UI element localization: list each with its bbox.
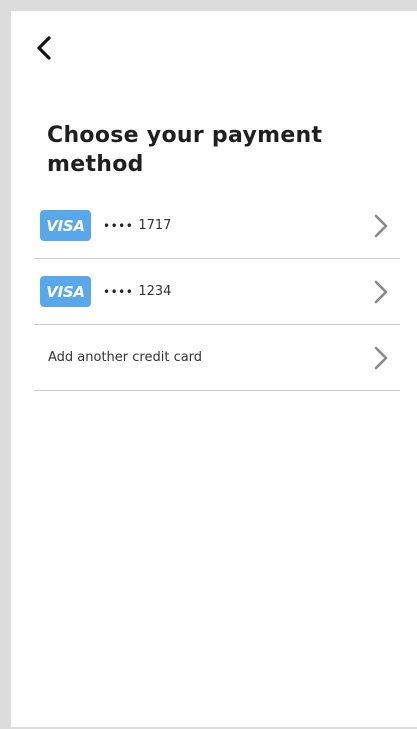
card-last-four: 1234 bbox=[138, 284, 172, 299]
saved-card-row[interactable]: VISA •••• 1234 bbox=[34, 259, 400, 325]
visa-logo: VISA bbox=[40, 210, 91, 241]
chevron-left-icon bbox=[37, 36, 51, 60]
card-mask: •••• bbox=[103, 284, 134, 299]
chevron-right-icon bbox=[374, 214, 388, 237]
saved-card-row[interactable]: VISA •••• 1717 bbox=[34, 193, 400, 259]
add-credit-card-label: Add another credit card bbox=[48, 350, 203, 365]
chevron-right-icon bbox=[374, 346, 388, 369]
card-mask: •••• bbox=[103, 218, 134, 233]
page-title: Choose your payment method bbox=[47, 123, 323, 177]
card-last-four: 1717 bbox=[138, 218, 172, 233]
visa-logo: VISA bbox=[40, 276, 91, 307]
payment-method-list: VISA •••• 1717 VISA •••• 1234 Add anothe… bbox=[34, 193, 400, 391]
chevron-right-icon bbox=[374, 280, 388, 303]
payment-method-screen: Choose your payment method VISA •••• 171… bbox=[11, 11, 417, 727]
add-credit-card-row[interactable]: Add another credit card bbox=[34, 325, 400, 391]
back-button[interactable] bbox=[35, 33, 65, 63]
